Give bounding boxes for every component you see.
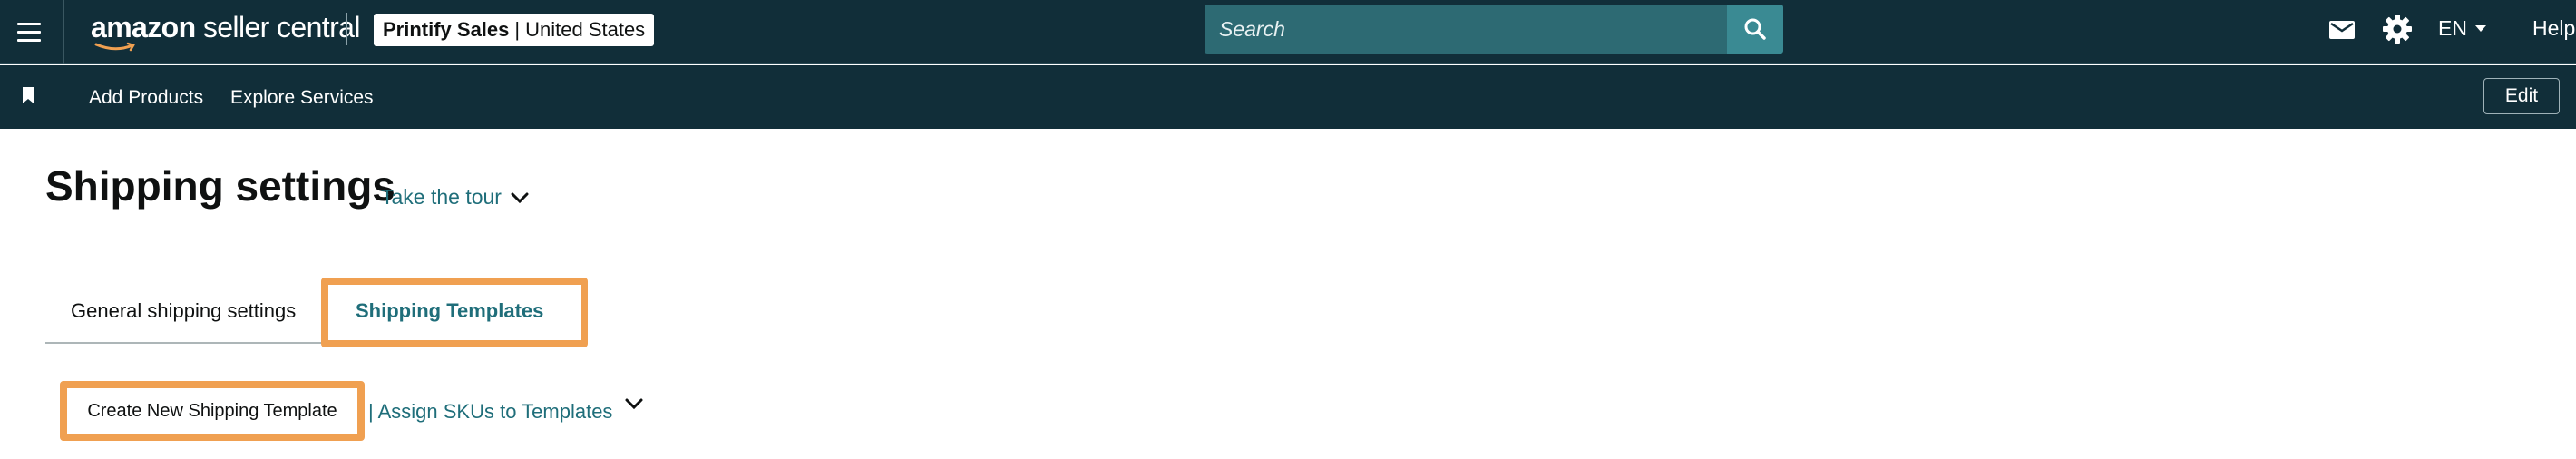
account-separator: |: [514, 18, 521, 41]
chevron-down-icon: [2474, 25, 2486, 32]
take-the-tour-label: Take the tour: [381, 185, 502, 209]
bookmark-bar: Add Products Explore Services Edit: [0, 65, 2576, 129]
assign-skus-link[interactable]: | Assign SKUs to Templates: [368, 400, 612, 424]
account-switcher[interactable]: Printify Sales | United States: [374, 14, 655, 46]
edit-button[interactable]: Edit: [2483, 78, 2560, 114]
nav-add-products[interactable]: Add Products: [89, 87, 203, 109]
divider: [346, 13, 347, 45]
nav-explore-services[interactable]: Explore Services: [230, 87, 374, 109]
search-button[interactable]: [1727, 5, 1783, 54]
search-input[interactable]: [1205, 5, 1727, 54]
account-region: United States: [525, 18, 646, 41]
top-bar: amazon seller central Printify Sales | U…: [0, 0, 2576, 64]
account-store-name: Printify Sales: [383, 18, 510, 41]
divider: [63, 0, 64, 64]
menu-icon[interactable]: [13, 15, 45, 48]
gear-icon[interactable]: [2382, 14, 2413, 44]
language-label: EN: [2438, 16, 2467, 40]
language-selector[interactable]: EN: [2438, 16, 2487, 41]
search-icon: [1744, 18, 1766, 40]
search-bar: [1205, 5, 1783, 54]
seller-central-logo[interactable]: amazon seller central: [91, 11, 361, 52]
tab-underline: [45, 342, 323, 344]
chevron-down-icon: [511, 192, 529, 203]
logo-seller-central: seller central: [195, 11, 361, 44]
create-new-shipping-template-button[interactable]: Create New Shipping Template: [87, 401, 337, 422]
logo-amazon: amazon: [91, 11, 196, 44]
bookmark-icon[interactable]: [20, 85, 38, 107]
take-the-tour-link[interactable]: Take the tour: [381, 185, 529, 210]
chevron-down-icon[interactable]: [624, 394, 644, 414]
help-link[interactable]: Help: [2532, 16, 2575, 41]
page-title: Shipping settings: [45, 162, 395, 210]
mail-icon[interactable]: [2327, 15, 2356, 44]
smile-logo-icon: [94, 42, 135, 52]
create-template-highlight: Create New Shipping Template: [60, 381, 365, 441]
tab-general-shipping-settings[interactable]: General shipping settings: [71, 299, 296, 323]
tab-shipping-templates[interactable]: Shipping Templates: [356, 299, 543, 323]
